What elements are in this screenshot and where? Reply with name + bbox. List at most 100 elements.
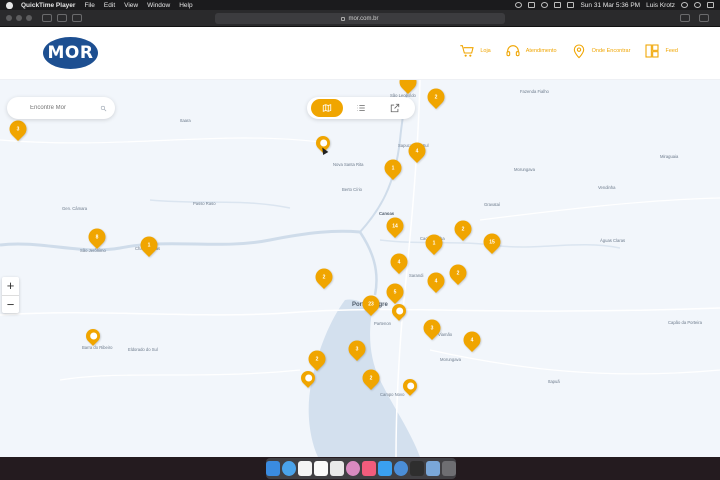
- view-toggle: [307, 97, 415, 119]
- store-pin[interactable]: 2: [423, 84, 449, 110]
- zoom-in-button[interactable]: +: [2, 277, 19, 296]
- store-pin[interactable]: 3: [344, 336, 370, 362]
- minimize-window-icon[interactable]: [16, 15, 22, 21]
- place-label: Miraguaia: [660, 154, 679, 159]
- list-icon: [357, 105, 365, 111]
- address-bar[interactable]: mor.com.br: [215, 13, 505, 24]
- wifi-icon[interactable]: [541, 2, 549, 8]
- store-pin[interactable]: 23: [358, 291, 384, 317]
- status-icon[interactable]: [515, 2, 523, 8]
- nav-item-atendimento[interactable]: Atendimento: [505, 43, 557, 59]
- quicktime-icon[interactable]: [394, 461, 408, 476]
- apple-icon[interactable]: [6, 1, 13, 9]
- nav-item-feed[interactable]: Feed: [644, 43, 678, 59]
- store-pin[interactable]: 14: [382, 213, 408, 239]
- place-label: Morungava: [514, 167, 535, 172]
- external-link-icon: [390, 103, 400, 113]
- browser-toolbar: mor.com.br: [0, 10, 720, 27]
- notification-center-icon[interactable]: [707, 2, 714, 8]
- store-pin[interactable]: 4: [386, 249, 412, 275]
- search-icon[interactable]: [100, 104, 107, 113]
- share-button[interactable]: [680, 14, 690, 22]
- store-pin[interactable]: [83, 326, 103, 346]
- headset-icon: [506, 45, 520, 57]
- store-search-input[interactable]: [30, 105, 100, 111]
- map-base-layer: [0, 80, 720, 457]
- close-window-icon[interactable]: [6, 15, 12, 21]
- store-pin[interactable]: [389, 301, 409, 321]
- status-area: Sun 31 Mar 5:36 PM Luis Krotz: [515, 2, 714, 9]
- status-icon[interactable]: [528, 2, 536, 8]
- place-label: Campo Novo: [380, 392, 405, 397]
- nav-label-onde-encontrar: Onde Encontrar: [591, 48, 631, 54]
- photos-icon[interactable]: [346, 461, 360, 476]
- store-pin[interactable]: 8: [84, 224, 110, 250]
- main-nav: Loja Atendimento Onde Encontrar Feed: [459, 43, 678, 59]
- menu-help[interactable]: Help: [179, 2, 192, 9]
- nav-item-loja[interactable]: Loja: [459, 43, 491, 59]
- user-name[interactable]: Luis Krotz: [646, 2, 675, 9]
- zoom-out-button[interactable]: −: [2, 296, 19, 314]
- store-pin[interactable]: 1: [380, 155, 406, 181]
- list-view-button[interactable]: [345, 99, 377, 117]
- zoom-window-icon[interactable]: [26, 15, 32, 21]
- notes-icon[interactable]: [314, 461, 328, 476]
- menu-file[interactable]: File: [84, 2, 94, 9]
- location-pin-icon: [573, 44, 584, 59]
- store-pin[interactable]: 3: [5, 116, 31, 142]
- battery-icon[interactable]: [554, 2, 562, 8]
- terminal-icon[interactable]: [410, 461, 424, 476]
- keyboard-icon[interactable]: [567, 2, 575, 8]
- finder-icon[interactable]: [266, 461, 280, 476]
- store-pin[interactable]: 4: [404, 138, 430, 164]
- clock[interactable]: Sun 31 Mar 5:36 PM: [580, 2, 640, 9]
- store-pin[interactable]: 15: [479, 229, 505, 255]
- place-label: Partenon: [374, 321, 391, 326]
- store-pin[interactable]: [400, 376, 420, 396]
- forward-button[interactable]: [57, 14, 67, 22]
- back-button[interactable]: [42, 14, 52, 22]
- place-label: Berto Círio: [342, 187, 363, 192]
- menu-app-name[interactable]: QuickTime Player: [21, 2, 75, 9]
- mor-logo[interactable]: MOR: [43, 37, 98, 69]
- map-view-button[interactable]: [311, 99, 343, 117]
- place-label: Itaara: [180, 118, 191, 123]
- menu-edit[interactable]: Edit: [104, 2, 115, 9]
- store-pin[interactable]: 1: [136, 232, 162, 258]
- site-header: MOR Loja Atendimento Onde Encontrar Feed: [0, 27, 720, 80]
- place-label: Canoas: [379, 211, 395, 216]
- menu-view[interactable]: View: [124, 2, 138, 9]
- store-map[interactable]: São Leopoldo Fazenda Fialho Itaara Sapuc…: [0, 80, 720, 457]
- url-text: mor.com.br: [348, 15, 379, 22]
- calendar-icon[interactable]: [298, 461, 312, 476]
- store-pin[interactable]: 4: [423, 268, 449, 294]
- store-pin[interactable]: 2: [445, 260, 471, 286]
- store-pin[interactable]: 4: [459, 327, 485, 353]
- music-icon[interactable]: [362, 461, 376, 476]
- trash-icon[interactable]: [442, 461, 456, 476]
- store-pin[interactable]: 2: [358, 365, 384, 391]
- feed-icon: [645, 44, 659, 58]
- siri-icon[interactable]: [694, 2, 701, 8]
- preview-icon[interactable]: [426, 461, 440, 476]
- store-pin[interactable]: 5: [382, 279, 408, 305]
- external-link-button[interactable]: [379, 99, 411, 117]
- store-pin[interactable]: 2: [311, 264, 337, 290]
- place-label: Gen. Câmara: [62, 206, 88, 211]
- store-pin[interactable]: 1: [421, 230, 447, 256]
- reminders-icon[interactable]: [330, 461, 344, 476]
- place-label: Fazenda Fialho: [520, 89, 549, 94]
- nav-item-onde-encontrar[interactable]: Onde Encontrar: [571, 43, 631, 59]
- sidebar-button[interactable]: [72, 14, 82, 22]
- search-icon[interactable]: [681, 2, 688, 8]
- safari-icon[interactable]: [282, 461, 296, 476]
- store-pin[interactable]: 2: [450, 216, 476, 242]
- store-pin[interactable]: [298, 368, 318, 388]
- place-label: Vendinha: [598, 185, 616, 190]
- store-pin[interactable]: 2: [304, 346, 330, 372]
- tabs-button[interactable]: [699, 14, 709, 22]
- map-icon: [322, 104, 332, 112]
- menu-window[interactable]: Window: [147, 2, 170, 9]
- store-pin[interactable]: 3: [419, 315, 445, 341]
- app-store-icon[interactable]: [378, 461, 392, 476]
